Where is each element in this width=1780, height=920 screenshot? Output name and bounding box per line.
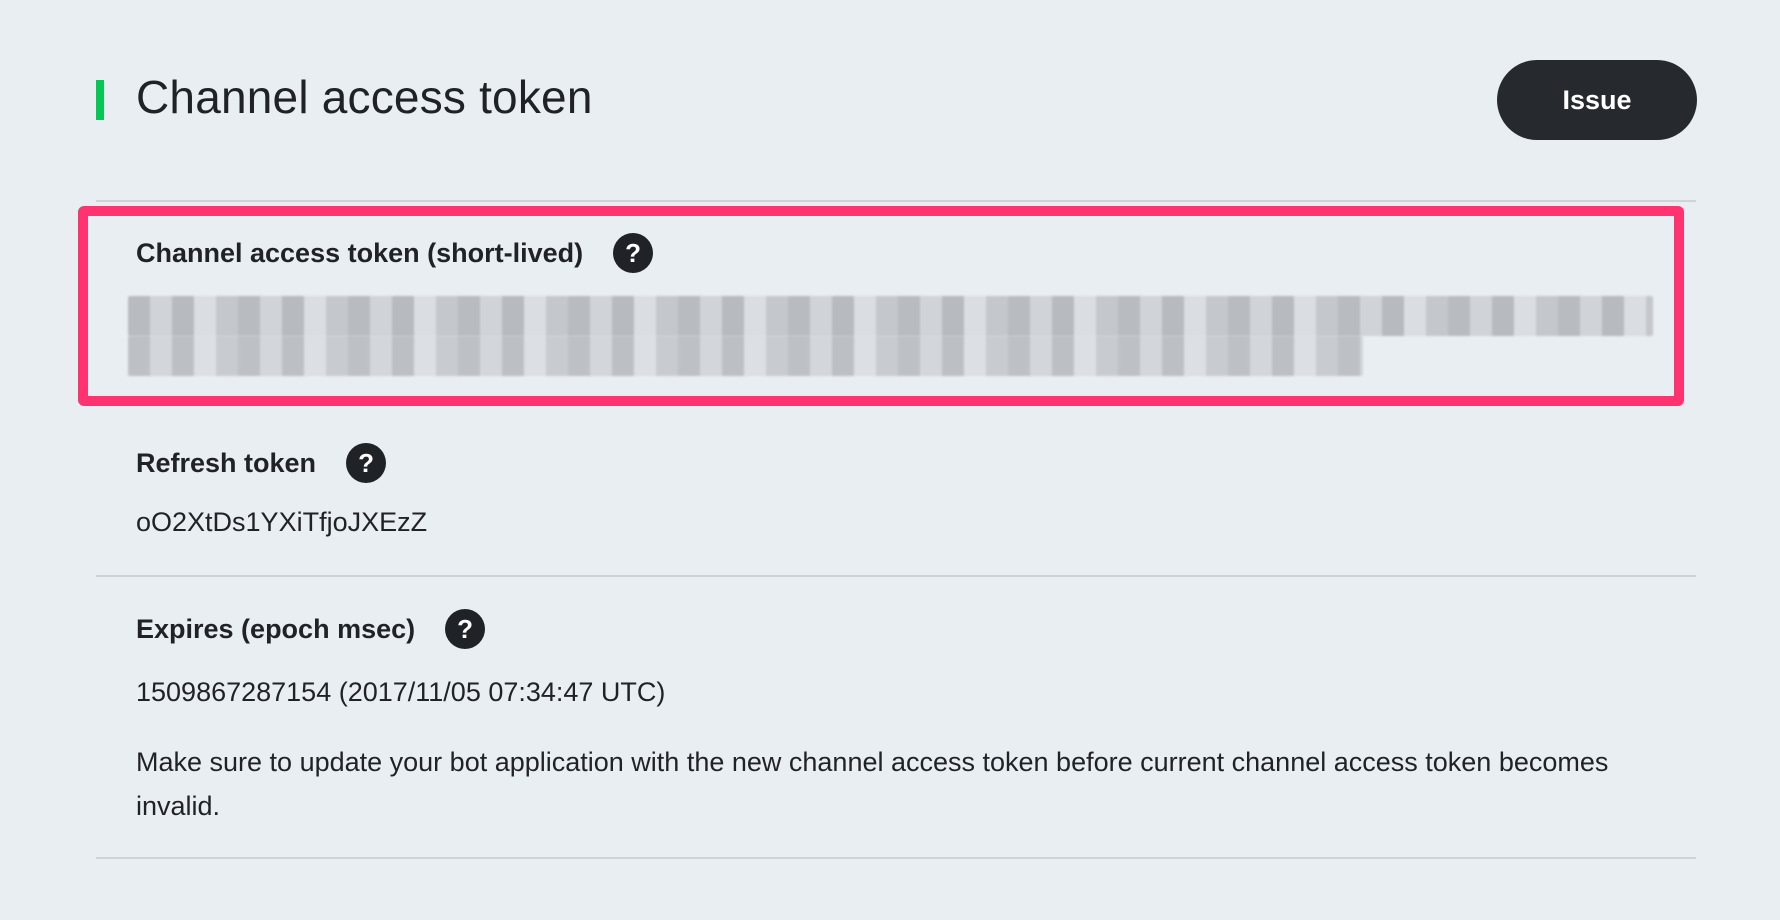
update-note: Make sure to update your bot application… xyxy=(136,747,1609,821)
header: Channel access token Issue xyxy=(96,58,1697,142)
field-short-lived-token: Channel access token (short-lived) ? xyxy=(136,233,1656,273)
field-refresh-token: Refresh token ? oO2XtDs1YXiTfjoJXEzZ xyxy=(136,443,1656,538)
refresh-token-label: Refresh token xyxy=(136,447,317,478)
title-accent-bar xyxy=(96,80,104,120)
question-icon[interactable]: ? xyxy=(445,609,486,649)
redacted-token-line-1 xyxy=(128,296,1653,336)
question-icon[interactable]: ? xyxy=(346,443,387,483)
divider-bottom xyxy=(96,857,1696,859)
expires-value: 1509867287154 (2017/11/05 07:34:47 UTC) xyxy=(136,677,666,707)
divider-middle xyxy=(96,575,1696,577)
question-icon[interactable]: ? xyxy=(613,233,654,273)
redacted-token-line-2 xyxy=(128,336,1363,376)
field-expires: Expires (epoch msec) ? 1509867287154 (20… xyxy=(136,609,1656,828)
field-label-row: Refresh token ? xyxy=(136,443,1656,483)
field-label-row: Channel access token (short-lived) ? xyxy=(136,233,1656,273)
field-label-row: Expires (epoch msec) ? xyxy=(136,609,1656,649)
divider-top xyxy=(96,200,1696,202)
refresh-token-value: oO2XtDs1YXiTfjoJXEzZ xyxy=(136,507,428,537)
issue-button[interactable]: Issue xyxy=(1497,60,1697,140)
short-lived-token-label: Channel access token (short-lived) xyxy=(136,237,584,268)
page-title: Channel access token xyxy=(136,71,593,123)
expires-label: Expires (epoch msec) xyxy=(136,613,416,644)
